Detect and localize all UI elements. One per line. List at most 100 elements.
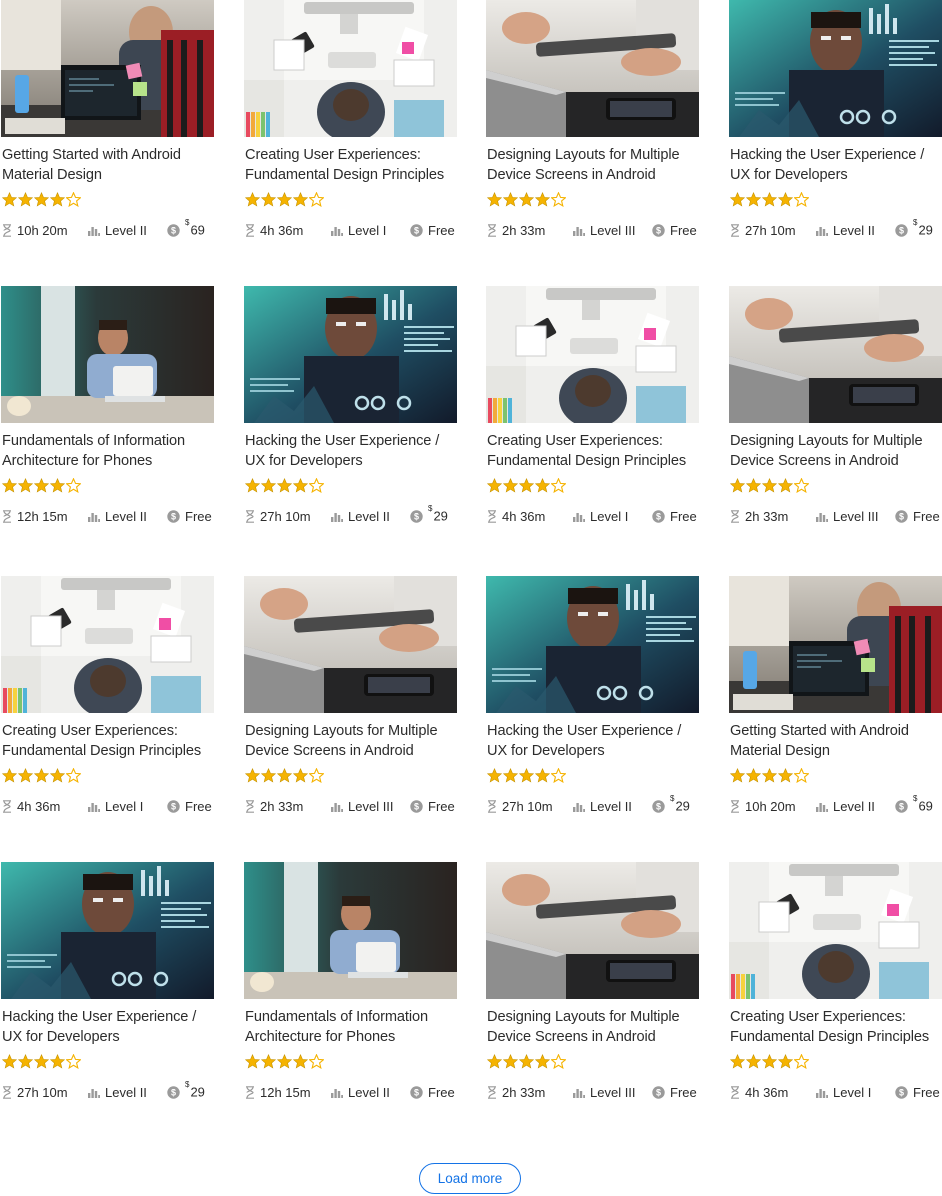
price-value: Free bbox=[185, 508, 212, 524]
star-filled-icon bbox=[519, 478, 534, 494]
course-card[interactable]: Fundamentals of Information Architecture… bbox=[1, 286, 214, 531]
hourglass-icon bbox=[245, 223, 260, 237]
course-title[interactable]: Hacking the User Experience / UX for Dev… bbox=[487, 721, 703, 761]
course-thumbnail[interactable] bbox=[486, 286, 699, 423]
level: Level II bbox=[88, 220, 147, 240]
course-thumbnail[interactable] bbox=[729, 862, 942, 999]
load-more-button[interactable]: Load more bbox=[419, 1163, 521, 1194]
level-value: Level I bbox=[590, 508, 629, 524]
course-thumbnail[interactable] bbox=[729, 576, 942, 713]
currency-symbol: $ bbox=[913, 218, 918, 228]
price: $ Free bbox=[652, 1082, 697, 1102]
course-thumbnail[interactable] bbox=[244, 286, 457, 423]
level: Level III bbox=[331, 796, 394, 816]
course-card[interactable]: Designing Layouts for Multiple Device Sc… bbox=[486, 0, 699, 245]
star-filled-icon bbox=[293, 192, 308, 208]
star-empty-icon bbox=[309, 478, 324, 494]
svg-text:$: $ bbox=[656, 801, 661, 811]
course-thumbnail[interactable] bbox=[729, 0, 942, 137]
course-title[interactable]: Creating User Experiences: Fundamental D… bbox=[245, 145, 461, 185]
price-value: Free bbox=[428, 798, 455, 814]
course-thumbnail[interactable] bbox=[486, 0, 699, 137]
star-filled-icon bbox=[519, 192, 534, 208]
hourglass-icon bbox=[245, 1085, 260, 1099]
course-meta: 27h 10m Level II $ $29 bbox=[730, 218, 942, 240]
course-thumbnail[interactable] bbox=[244, 862, 457, 999]
course-card[interactable]: Designing Layouts for Multiple Device Sc… bbox=[729, 286, 942, 531]
course-card[interactable]: Hacking the User Experience / UX for Dev… bbox=[244, 286, 457, 531]
course-thumbnail[interactable] bbox=[1, 0, 214, 137]
price: $ Free bbox=[410, 796, 455, 816]
course-title[interactable]: Fundamentals of Information Architecture… bbox=[2, 431, 218, 471]
course-card[interactable]: Hacking the User Experience / UX for Dev… bbox=[729, 0, 942, 245]
course-title[interactable]: Designing Layouts for Multiple Device Sc… bbox=[487, 1007, 703, 1047]
bar-chart-icon bbox=[88, 225, 105, 236]
course-meta: 10h 20m Level II $ $69 bbox=[2, 218, 218, 240]
star-filled-icon bbox=[261, 768, 276, 784]
hourglass-icon bbox=[730, 799, 745, 813]
course-title[interactable]: Hacking the User Experience / UX for Dev… bbox=[730, 145, 942, 185]
hourglass-icon bbox=[487, 223, 502, 237]
course-title[interactable]: Hacking the User Experience / UX for Dev… bbox=[2, 1007, 218, 1047]
star-filled-icon bbox=[730, 478, 745, 494]
course-title[interactable]: Creating User Experiences: Fundamental D… bbox=[2, 721, 218, 761]
course-title[interactable]: Getting Started with Android Material De… bbox=[730, 721, 942, 761]
course-card[interactable]: Creating User Experiences: Fundamental D… bbox=[1, 576, 214, 821]
course-meta: 4h 36m Level I $ Free bbox=[730, 1082, 942, 1102]
bar-chart-icon bbox=[331, 801, 348, 812]
dollar-coin-icon: $ bbox=[167, 799, 185, 813]
level-value: Level II bbox=[348, 1084, 390, 1100]
course-card[interactable]: Getting Started with Android Material De… bbox=[1, 0, 214, 245]
course-card[interactable]: Creating User Experiences: Fundamental D… bbox=[244, 0, 457, 245]
currency-symbol: $ bbox=[913, 794, 918, 804]
hourglass-icon bbox=[245, 799, 260, 813]
duration: 2h 33m bbox=[487, 220, 545, 240]
course-card[interactable]: Getting Started with Android Material De… bbox=[729, 576, 942, 821]
course-title[interactable]: Getting Started with Android Material De… bbox=[2, 145, 218, 185]
svg-text:$: $ bbox=[414, 1087, 419, 1097]
duration: 10h 20m bbox=[730, 796, 796, 816]
star-filled-icon bbox=[535, 1054, 550, 1070]
price: $ Free bbox=[410, 1082, 455, 1102]
course-card[interactable]: Designing Layouts for Multiple Device Sc… bbox=[244, 576, 457, 821]
star-empty-icon bbox=[551, 478, 566, 494]
course-title[interactable]: Designing Layouts for Multiple Device Sc… bbox=[487, 145, 703, 185]
course-thumbnail[interactable] bbox=[1, 862, 214, 999]
course-thumbnail[interactable] bbox=[1, 576, 214, 713]
rating-stars bbox=[487, 768, 566, 784]
course-card[interactable]: Hacking the User Experience / UX for Dev… bbox=[486, 576, 699, 821]
course-title[interactable]: Designing Layouts for Multiple Device Sc… bbox=[245, 721, 461, 761]
course-card[interactable]: Designing Layouts for Multiple Device Sc… bbox=[486, 862, 699, 1107]
course-card[interactable]: Creating User Experiences: Fundamental D… bbox=[729, 862, 942, 1107]
star-filled-icon bbox=[519, 768, 534, 784]
course-thumbnail[interactable] bbox=[486, 576, 699, 713]
bar-chart-icon bbox=[88, 1087, 105, 1098]
course-title[interactable]: Designing Layouts for Multiple Device Sc… bbox=[730, 431, 942, 471]
duration-value: 12h 15m bbox=[260, 1084, 311, 1100]
course-card[interactable]: Creating User Experiences: Fundamental D… bbox=[486, 286, 699, 531]
svg-text:$: $ bbox=[171, 1087, 176, 1097]
svg-text:$: $ bbox=[171, 511, 176, 521]
dollar-coin-icon: $ bbox=[895, 509, 913, 523]
course-card[interactable]: Fundamentals of Information Architecture… bbox=[244, 862, 457, 1107]
course-title[interactable]: Creating User Experiences: Fundamental D… bbox=[730, 1007, 942, 1047]
course-title[interactable]: Fundamentals of Information Architecture… bbox=[245, 1007, 461, 1047]
course-thumbnail[interactable] bbox=[244, 576, 457, 713]
duration: 2h 33m bbox=[245, 796, 303, 816]
hourglass-icon bbox=[2, 1085, 17, 1099]
course-card[interactable]: Hacking the User Experience / UX for Dev… bbox=[1, 862, 214, 1107]
level-value: Level II bbox=[590, 798, 632, 814]
course-title[interactable]: Creating User Experiences: Fundamental D… bbox=[487, 431, 703, 471]
duration-value: 4h 36m bbox=[260, 222, 304, 238]
course-thumbnail[interactable] bbox=[244, 0, 457, 137]
star-empty-icon bbox=[794, 478, 809, 494]
star-filled-icon bbox=[2, 192, 17, 208]
price-value: Free bbox=[913, 508, 940, 524]
star-filled-icon bbox=[746, 192, 761, 208]
course-thumbnail[interactable] bbox=[486, 862, 699, 999]
level-value: Level II bbox=[833, 798, 875, 814]
course-thumbnail[interactable] bbox=[729, 286, 942, 423]
course-thumbnail[interactable] bbox=[1, 286, 214, 423]
star-filled-icon bbox=[487, 192, 502, 208]
course-title[interactable]: Hacking the User Experience / UX for Dev… bbox=[245, 431, 461, 471]
